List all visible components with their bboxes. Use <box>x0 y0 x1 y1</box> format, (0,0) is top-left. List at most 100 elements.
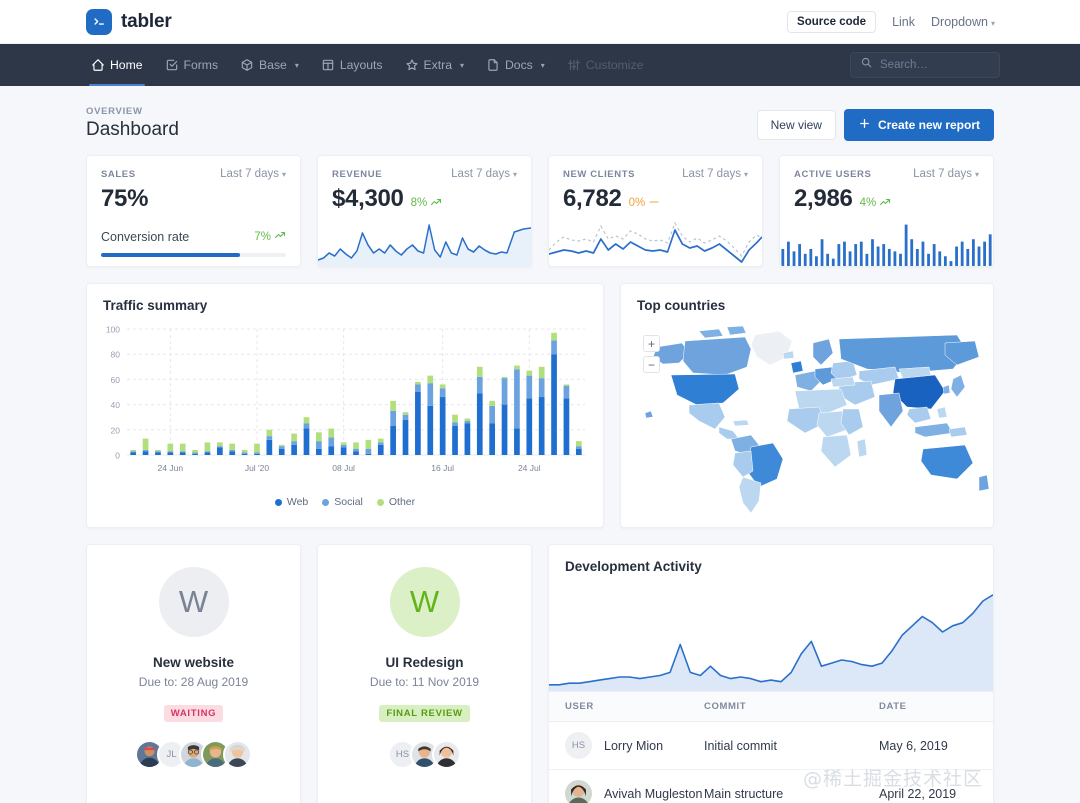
search-box[interactable] <box>850 52 1000 78</box>
stat-card-new-clients: New clients Last 7 days▾ 6,782 0% <box>548 155 763 267</box>
project-due-date: Due to: 28 Aug 2019 <box>139 675 248 689</box>
avatar <box>565 780 592 803</box>
brand[interactable]: tabler <box>86 9 172 35</box>
development-activity-title: Development Activity <box>549 545 993 578</box>
commit-user: Lorry Mion <box>604 739 663 753</box>
table-header-row: User Commit Date <box>549 692 993 722</box>
svg-text:08 Jul: 08 Jul <box>332 463 355 473</box>
map-zoom-in-button[interactable]: + <box>643 335 660 352</box>
commits-table: User Commit Date HS Lorry Mion Initi <box>549 691 993 803</box>
new-view-button[interactable]: New view <box>757 110 836 140</box>
stat-card-revenue: Revenue Last 7 days▾ $4,300 8% <box>317 155 532 267</box>
stat-delta-value: 4% <box>860 197 877 209</box>
project-due-date: Due to: 11 Nov 2019 <box>370 675 479 689</box>
nav-label: Base <box>259 58 287 72</box>
nav-item-docs[interactable]: Docs ▾ <box>475 44 556 86</box>
svg-text:24 Jun: 24 Jun <box>158 463 184 473</box>
layout-icon <box>321 58 335 72</box>
svg-text:60: 60 <box>111 375 121 385</box>
project-name: New website <box>153 655 234 670</box>
trend-up-icon <box>879 196 891 211</box>
search-icon <box>860 56 873 74</box>
nav-item-extra[interactable]: Extra ▾ <box>394 44 475 86</box>
column-header-commit: Commit <box>704 692 879 722</box>
stat-range-label: Last 7 days <box>682 168 741 180</box>
package-icon <box>240 58 254 72</box>
top-countries-card: Top countries + − <box>620 283 994 528</box>
stat-value: 6,782 <box>563 185 622 213</box>
traffic-bar-chart: 02040608010024 JunJul '2008 Jul16 Jul24 … <box>93 321 593 489</box>
legend-item-other: Other <box>377 496 415 508</box>
map-zoom-out-button[interactable]: − <box>643 356 660 373</box>
nav-label: Home <box>110 58 143 72</box>
stat-delta: 4% <box>860 196 892 211</box>
svg-text:24 Jul: 24 Jul <box>518 463 541 473</box>
nav-item-layouts[interactable]: Layouts <box>310 44 394 86</box>
dropdown-nav-item[interactable]: Dropdown▾ <box>931 15 995 29</box>
stat-value: 75% <box>101 185 148 213</box>
stat-range-dropdown[interactable]: Last 7 days▾ <box>682 168 748 180</box>
world-map[interactable]: + − <box>621 317 993 517</box>
sliders-icon <box>567 58 581 72</box>
legend-label: Other <box>389 496 415 508</box>
create-new-report-label: Create new report <box>878 118 980 132</box>
conversion-rate-value: 7% <box>254 229 286 244</box>
status-badge: Waiting <box>164 705 224 722</box>
traffic-summary-card: Traffic summary 02040608010024 JunJul '2… <box>86 283 604 528</box>
file-icon <box>486 58 500 72</box>
nav-item-base[interactable]: Base ▾ <box>229 44 310 86</box>
chevron-down-icon: ▾ <box>975 170 979 179</box>
chevron-down-icon: ▾ <box>282 170 286 179</box>
topbar-actions: Source code Link Dropdown▾ <box>787 11 1060 33</box>
stat-range-dropdown[interactable]: Last 7 days▾ <box>913 168 979 180</box>
charts-row: Traffic summary 02040608010024 JunJul '2… <box>86 283 994 528</box>
chevron-down-icon: ▾ <box>513 170 517 179</box>
traffic-legend: Web Social Other <box>87 496 603 508</box>
legend-dot <box>275 499 282 506</box>
trend-up-icon <box>274 229 286 244</box>
stat-delta: 0% <box>629 196 661 211</box>
avatar[interactable] <box>223 740 252 769</box>
stat-range-label: Last 7 days <box>913 168 972 180</box>
dropdown-label: Dropdown <box>931 15 988 29</box>
legend-dot <box>322 499 329 506</box>
commit-message: Initial commit <box>704 722 879 770</box>
stat-delta: 8% <box>411 196 443 211</box>
create-new-report-button[interactable]: Create new report <box>844 109 994 141</box>
avatar[interactable] <box>432 740 461 769</box>
svg-text:100: 100 <box>106 325 120 335</box>
nav-item-forms[interactable]: Forms <box>154 44 230 86</box>
main-navbar: Home Forms Base ▾ Layouts Extra <box>0 44 1080 86</box>
chevron-down-icon: ▾ <box>991 19 995 28</box>
star-icon <box>405 58 419 72</box>
column-header-user: User <box>549 692 704 722</box>
commit-date: May 6, 2019 <box>879 722 993 770</box>
legend-label: Social <box>334 496 363 508</box>
svg-text:80: 80 <box>111 350 121 360</box>
conversion-rate-pct: 7% <box>254 231 271 243</box>
conversion-progress-bar <box>101 253 286 257</box>
project-avatar: W <box>390 567 460 637</box>
conversion-rate-label: Conversion rate <box>101 230 189 244</box>
link-nav-item[interactable]: Link <box>892 15 915 29</box>
checkbox-icon <box>165 58 179 72</box>
page-content: Overview Dashboard New view Create new r… <box>0 86 1080 803</box>
terminal-icon <box>86 9 112 35</box>
plus-icon <box>858 117 871 133</box>
stat-cards-row: Sales Last 7 days▾ 75% Conversion rate 7… <box>86 155 994 267</box>
new-clients-sparkline <box>549 220 762 266</box>
map-graphic <box>621 317 993 517</box>
svg-text:40: 40 <box>111 400 121 410</box>
top-countries-title: Top countries <box>621 284 993 317</box>
stat-label: Revenue <box>332 169 382 180</box>
nav-item-home[interactable]: Home <box>80 44 154 86</box>
stat-range-dropdown[interactable]: Last 7 days▾ <box>220 168 286 180</box>
stat-range-dropdown[interactable]: Last 7 days▾ <box>451 168 517 180</box>
search-input[interactable] <box>880 59 990 71</box>
source-code-button[interactable]: Source code <box>787 11 876 33</box>
table-row[interactable]: HS Lorry Mion Initial commit May 6, 2019 <box>549 722 993 770</box>
stat-card-active-users: Active users Last 7 days▾ 2,986 4% <box>779 155 994 267</box>
table-row[interactable]: Avivah Mugleston Main structure April 22… <box>549 770 993 803</box>
development-activity-card: Development Activity User Commit Date <box>548 544 994 803</box>
nav-item-customize[interactable]: Customize <box>556 44 655 86</box>
